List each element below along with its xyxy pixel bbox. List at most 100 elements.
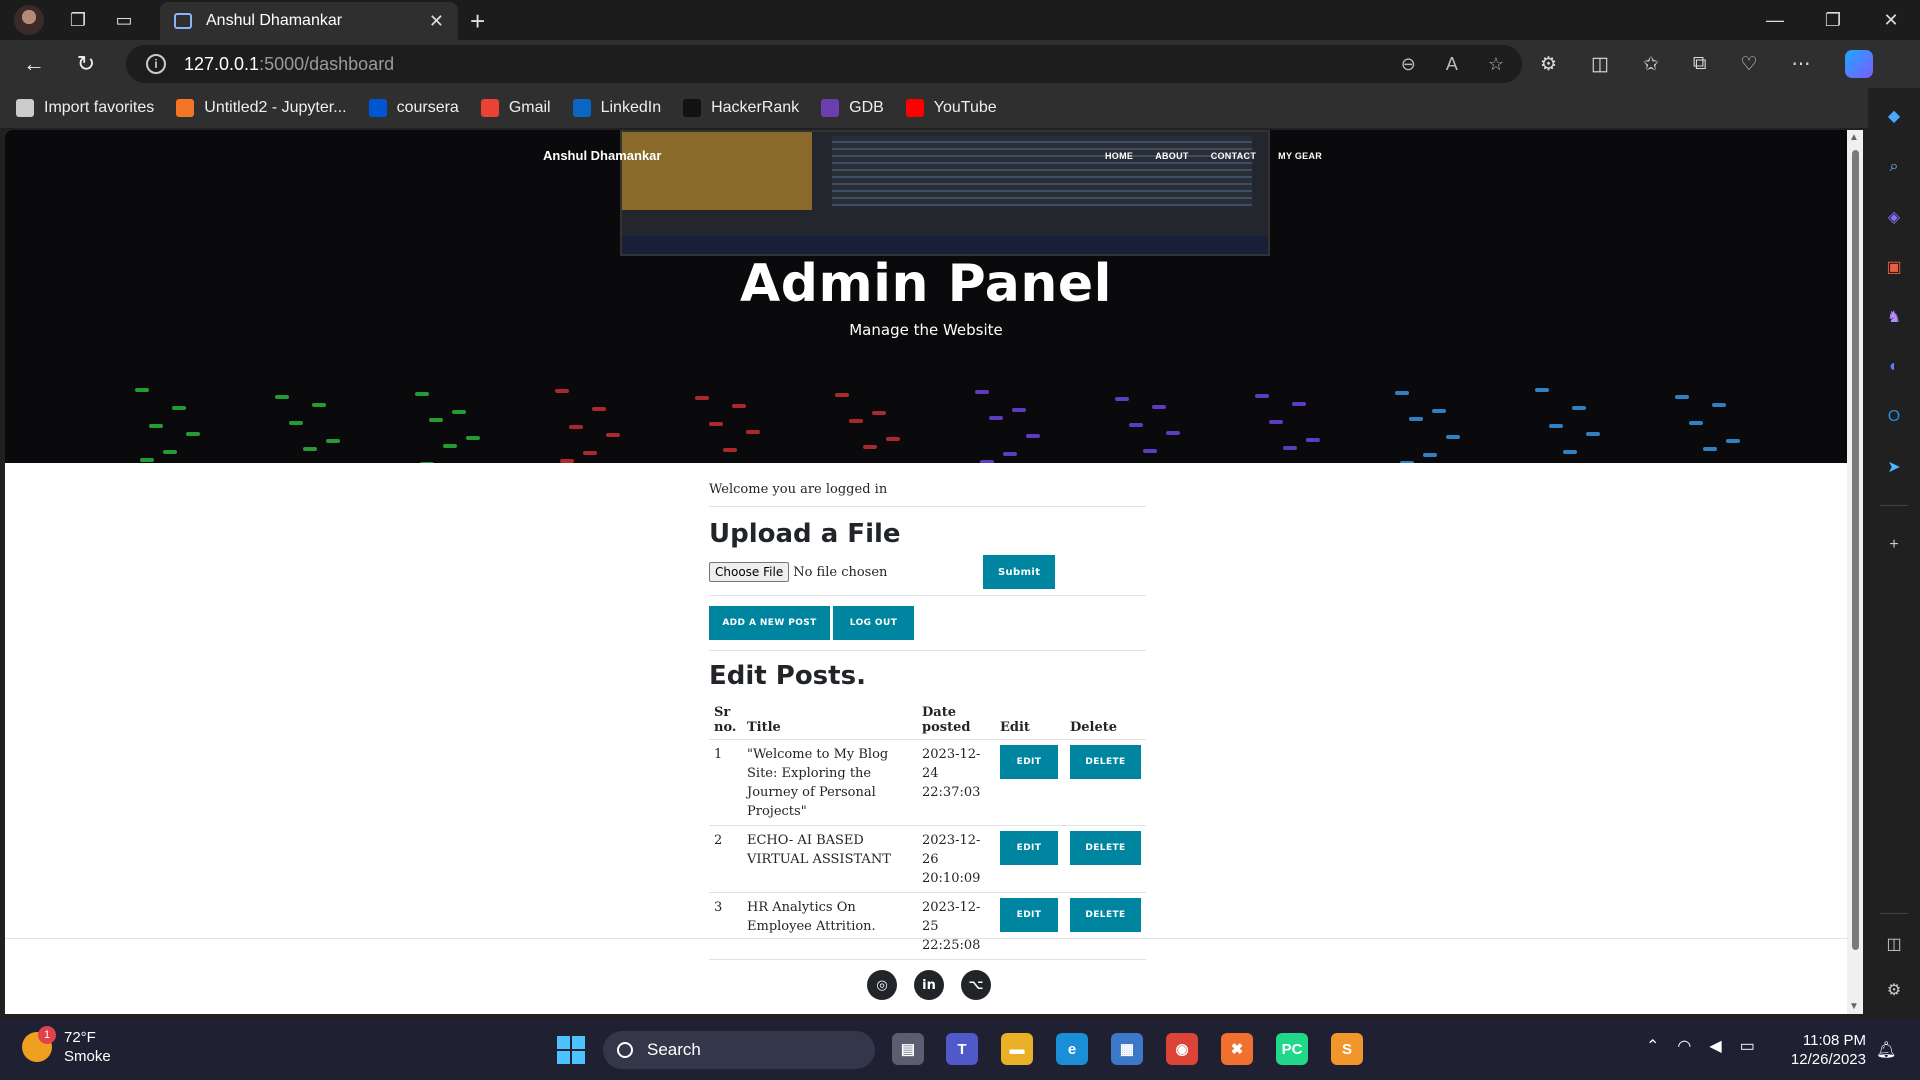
edge-icon[interactable]: e <box>1056 1033 1088 1065</box>
table-row: 1 "Welcome to My Blog Site: Exploring th… <box>709 739 1146 826</box>
new-tab-icon[interactable]: + <box>470 6 485 37</box>
cell-sr: 1 <box>709 739 742 826</box>
instagram-icon[interactable]: ◎ <box>867 970 897 1000</box>
choose-file-button[interactable]: Choose File <box>709 562 790 582</box>
close-tab-icon[interactable]: ✕ <box>429 11 444 32</box>
settings-gear-icon[interactable]: ⚙ <box>1880 976 1908 1004</box>
teams-icon[interactable]: T <box>946 1033 978 1065</box>
notification-badge: 1 <box>38 1026 56 1044</box>
notifications-bell-icon[interactable]: ◆ <box>1880 102 1908 130</box>
tools-icon[interactable]: ▣ <box>1880 253 1908 281</box>
games-icon[interactable]: ♞ <box>1880 303 1908 331</box>
file-explorer-icon[interactable]: ▬ <box>1001 1033 1033 1065</box>
pycharm-icon[interactable]: PC <box>1276 1033 1308 1065</box>
browser-essentials-icon[interactable]: ♡ <box>1741 53 1758 76</box>
favorite-link[interactable]: LinkedIn <box>572 99 661 117</box>
favorite-label: Untitled2 - Jupyter... <box>204 99 347 116</box>
gdb-icon <box>821 99 840 117</box>
taskbar-search[interactable]: Search <box>603 1031 875 1069</box>
weather-widget[interactable]: 1 72°F Smoke <box>22 1026 111 1066</box>
table-row: 2 ECHO- AI BASED VIRTUAL ASSISTANT 2023-… <box>709 825 1146 893</box>
favorite-label: coursera <box>396 99 459 116</box>
shopping-tag-icon[interactable]: ◈ <box>1880 203 1908 231</box>
read-aloud-icon[interactable]: A <box>1446 54 1458 75</box>
window-controls: — ❐ ✕ <box>1746 0 1920 40</box>
xampp-icon[interactable]: ✖ <box>1221 1033 1253 1065</box>
page-favicon-icon <box>174 13 192 29</box>
scroll-thumb[interactable] <box>1852 150 1859 950</box>
nav-about[interactable]: ABOUT <box>1155 151 1189 161</box>
close-window-icon[interactable]: ✕ <box>1862 0 1920 40</box>
favorite-link[interactable]: Import favorites <box>16 99 154 117</box>
nav-home[interactable]: HOME <box>1105 151 1133 161</box>
collections-icon[interactable]: ⧉ <box>1693 53 1707 75</box>
delete-button[interactable]: DELETE <box>1070 831 1141 865</box>
delete-button[interactable]: DELETE <box>1070 898 1141 932</box>
scroll-down-icon[interactable]: ▼ <box>1849 1001 1859 1012</box>
zoom-icon[interactable]: ⊖ <box>1401 54 1416 75</box>
dashboard-content: Welcome you are logged in Upload a File … <box>709 478 1146 960</box>
task-view-icon[interactable]: ▤ <box>892 1033 924 1065</box>
tab-anshul-dhamankar[interactable]: Anshul Dhamankar ✕ <box>160 2 458 40</box>
copilot-sidebar-icon[interactable]: ◐ <box>1880 353 1908 381</box>
favorite-link[interactable]: Gmail <box>480 99 551 117</box>
hero-background-image <box>620 130 1270 256</box>
nav-my-gear[interactable]: MY GEAR <box>1278 151 1322 161</box>
edit-button[interactable]: EDIT <box>1000 898 1058 932</box>
cell-edit: EDIT <box>995 739 1065 826</box>
cell-edit: EDIT <box>995 892 1065 960</box>
notification-center-icon[interactable]: 🔔︎ <box>1876 1040 1896 1060</box>
volume-icon[interactable]: ◀ <box>1709 1036 1721 1056</box>
more-options-icon[interactable]: ⋯ <box>1792 53 1811 76</box>
file-status: No file chosen <box>793 564 888 580</box>
favorite-link[interactable]: HackerRank <box>683 99 799 117</box>
back-arrow-icon[interactable]: ← <box>16 46 52 82</box>
favorite-link[interactable]: GDB <box>821 99 884 117</box>
favorite-link[interactable]: YouTube <box>905 99 997 117</box>
site-info-icon[interactable]: i <box>146 54 166 74</box>
logout-button[interactable]: LOG OUT <box>833 606 914 640</box>
system-clock[interactable]: 11:08 PM 12/26/2023 <box>1786 1031 1866 1069</box>
restore-icon[interactable]: ❐ <box>1804 0 1862 40</box>
search-icon[interactable]: ⌕ <box>1880 153 1908 181</box>
cell-edit: EDIT <box>995 825 1065 893</box>
page-scrollbar[interactable]: ▲ ▼ <box>1847 130 1863 1014</box>
vertical-tabs-icon[interactable]: ▭ <box>112 8 136 32</box>
windows-start-icon[interactable] <box>557 1036 585 1064</box>
show-hidden-icons-icon[interactable]: ⌃ <box>1646 1036 1659 1056</box>
minimize-icon[interactable]: — <box>1746 0 1804 40</box>
weather-sun-icon: 1 <box>22 1026 56 1062</box>
sublime-text-icon[interactable]: S <box>1331 1033 1363 1065</box>
browser-title-bar: ❐ ▭ Anshul Dhamankar ✕ + — ❐ ✕ <box>0 0 1920 40</box>
add-new-post-button[interactable]: ADD A NEW POST <box>709 606 830 640</box>
address-bar[interactable]: i 127.0.0.1:5000/dashboard ⊖ A ☆ <box>126 45 1522 83</box>
send-icon[interactable]: ➤ <box>1880 453 1908 481</box>
favorite-link[interactable]: Untitled2 - Jupyter... <box>176 99 347 117</box>
github-icon[interactable]: ⌥ <box>961 970 991 1000</box>
favorites-icon[interactable]: ✩ <box>1643 53 1659 76</box>
url-text[interactable]: 127.0.0.1:5000/dashboard <box>184 54 394 75</box>
outlook-icon[interactable]: O <box>1880 403 1908 431</box>
add-icon[interactable]: + <box>1880 531 1908 559</box>
extensions-icon[interactable]: ⚙ <box>1540 53 1557 76</box>
hide-sidebar-icon[interactable]: ◫ <box>1880 930 1908 958</box>
edit-button[interactable]: EDIT <box>1000 831 1058 865</box>
linkedin-icon[interactable]: in <box>914 970 944 1000</box>
delete-button[interactable]: DELETE <box>1070 745 1141 779</box>
wifi-icon[interactable]: ◠ <box>1677 1036 1691 1056</box>
microsoft-store-icon[interactable]: ▦ <box>1111 1033 1143 1065</box>
refresh-icon[interactable]: ↻ <box>68 46 104 82</box>
favorite-star-icon[interactable]: ☆ <box>1488 54 1504 75</box>
profile-avatar[interactable] <box>14 5 44 35</box>
favorite-link[interactable]: coursera <box>368 99 459 117</box>
chrome-icon[interactable]: ◉ <box>1166 1033 1198 1065</box>
site-brand[interactable]: Anshul Dhamankar <box>543 148 661 163</box>
edit-button[interactable]: EDIT <box>1000 745 1058 779</box>
workspaces-icon[interactable]: ❐ <box>66 8 90 32</box>
battery-icon[interactable]: ▭ <box>1740 1036 1755 1056</box>
scroll-up-icon[interactable]: ▲ <box>1849 132 1859 143</box>
nav-contact[interactable]: CONTACT <box>1211 151 1256 161</box>
submit-button[interactable]: Submit <box>983 555 1056 589</box>
copilot-icon[interactable] <box>1844 50 1873 78</box>
split-screen-icon[interactable]: ◫ <box>1591 53 1609 76</box>
